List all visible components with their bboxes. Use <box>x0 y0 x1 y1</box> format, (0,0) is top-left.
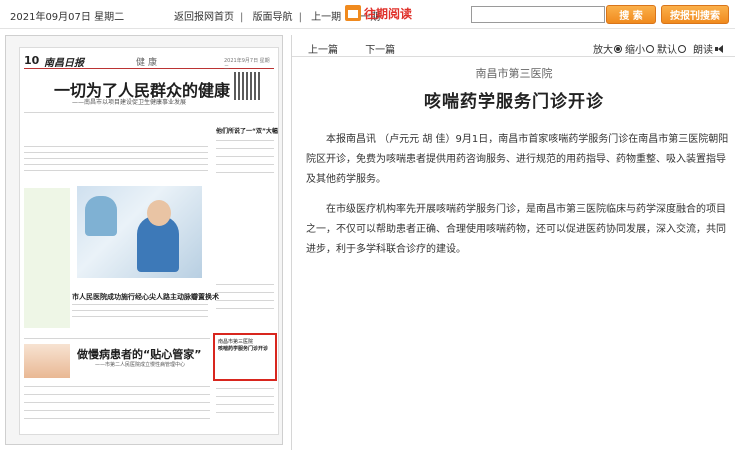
divider <box>216 300 274 301</box>
paper-search-button[interactable]: 按报刊搜索 <box>661 5 729 24</box>
divider <box>24 146 208 147</box>
main-subhead: ——南昌市以项目建设促卫生健康事业发展 <box>72 99 187 106</box>
font-enlarge-radio-icon[interactable] <box>614 44 622 53</box>
past-issues-label: 往期阅读 <box>364 6 413 21</box>
divider <box>24 158 208 159</box>
calendar-icon <box>345 5 361 21</box>
divider <box>24 170 208 171</box>
sidebar-column <box>24 188 70 328</box>
prev-issue-link[interactable]: 上一期 <box>311 12 341 23</box>
highlight-title: 咳喘药学服务门诊开诊 <box>218 346 269 352</box>
article-title: 咳喘药学服务门诊开诊 <box>424 92 604 112</box>
issue-date: 2021年09月07日 星期二 <box>10 12 125 23</box>
divider <box>24 112 274 113</box>
page-thumbnail-panel: 10 南昌日报 健康 2021年9月7日 星期二 一切为了人民群众的健康 ——南… <box>5 35 283 445</box>
qr-code-icon <box>234 72 262 100</box>
divider <box>72 304 208 305</box>
article-paragraph: 在市级医疗机构率先开展咳喘药学服务门诊，是南昌市第三医院临床与药学深度融合的项目… <box>306 204 726 255</box>
read-aloud-label[interactable]: 朗读 <box>693 41 713 56</box>
page-number: 10 <box>24 54 40 67</box>
article-body: 本报南昌讯 （卢元元 胡 佳）9月1日，南昌市首家咳喘药学服务门诊在南昌市第三医… <box>306 130 730 270</box>
lower-subhead: ——市第二人民医院成立慢性病管理中心 <box>95 362 186 368</box>
divider <box>24 418 210 419</box>
divider <box>292 56 735 57</box>
search-input[interactable] <box>471 6 605 23</box>
thumbnail-masthead: 10 南昌日报 健康 2021年9月7日 星期二 <box>24 54 274 71</box>
past-issues-link[interactable]: 往期阅读 <box>345 4 412 22</box>
divider <box>216 140 274 141</box>
newspaper-page-thumbnail[interactable]: 10 南昌日报 健康 2021年9月7日 星期二 一切为了人民群众的健康 ——南… <box>19 47 279 435</box>
divider <box>216 284 274 285</box>
article-photo <box>77 186 202 278</box>
divider <box>216 292 274 293</box>
divider <box>216 388 274 389</box>
side-headline[interactable]: 他们所说了一“双”大幅分明 <box>216 126 278 135</box>
font-controls: 放大 缩小 默认 朗读 <box>593 41 725 56</box>
divider <box>216 148 274 149</box>
divider <box>24 386 210 387</box>
divider <box>24 164 208 165</box>
article-paragraph: 本报南昌讯 （卢元元 胡 佳）9月1日，南昌市首家咳喘药学服务门诊在南昌市第三医… <box>306 134 729 185</box>
article-kicker: 南昌市第三医院 <box>475 67 553 80</box>
page-nav-link[interactable]: 版面导航 <box>253 12 293 23</box>
divider <box>216 156 274 157</box>
prev-article-link[interactable]: 上一篇 <box>308 45 338 56</box>
mid-headline[interactable]: 市人民医院成功施行经心尖人路主动脉瓣置换术 <box>72 292 219 302</box>
section-name: 健康 <box>136 58 161 68</box>
font-default-label[interactable]: 默认 <box>657 41 677 56</box>
divider <box>216 404 274 405</box>
font-shrink-radio-icon[interactable] <box>646 44 654 53</box>
divider <box>216 172 274 173</box>
thumbnail-date: 2021年9月7日 星期二 <box>224 58 270 71</box>
font-enlarge-label[interactable]: 放大 <box>593 41 613 56</box>
lower-headline[interactable]: 做慢病患者的“贴心管家” <box>77 346 201 362</box>
divider <box>216 164 274 165</box>
divider <box>24 338 210 339</box>
side-photo <box>24 344 70 378</box>
divider <box>72 310 208 311</box>
divider <box>72 316 208 317</box>
divider <box>24 410 210 411</box>
divider <box>24 152 208 153</box>
article-panel: 上一篇 下一篇 放大 缩小 默认 朗读 南昌市第三医院 咳喘药学服务门诊开诊 本… <box>291 35 735 450</box>
next-article-link[interactable]: 下一篇 <box>365 45 395 56</box>
highlight-kicker: 南昌市第三医院 <box>218 339 254 345</box>
divider <box>216 396 274 397</box>
search-button[interactable]: 搜 索 <box>606 5 656 24</box>
top-bar: 2021年09月07日 星期二 返回报网首页 | 版面导航 | 上一期 下一期 往期… <box>0 0 735 29</box>
article-nav: 上一篇 下一篇 <box>308 41 419 56</box>
font-shrink-label[interactable]: 缩小 <box>625 41 645 56</box>
divider <box>24 402 210 403</box>
current-article-highlight[interactable]: 南昌市第三医院 咳喘药学服务门诊开诊 <box>213 333 277 381</box>
divider <box>24 394 210 395</box>
speaker-icon[interactable] <box>715 44 725 54</box>
home-link[interactable]: 返回报网首页 <box>174 12 234 23</box>
font-default-radio-icon[interactable] <box>678 44 686 53</box>
divider <box>216 308 274 309</box>
paper-logo: 南昌日报 <box>44 58 84 69</box>
divider <box>216 412 274 413</box>
